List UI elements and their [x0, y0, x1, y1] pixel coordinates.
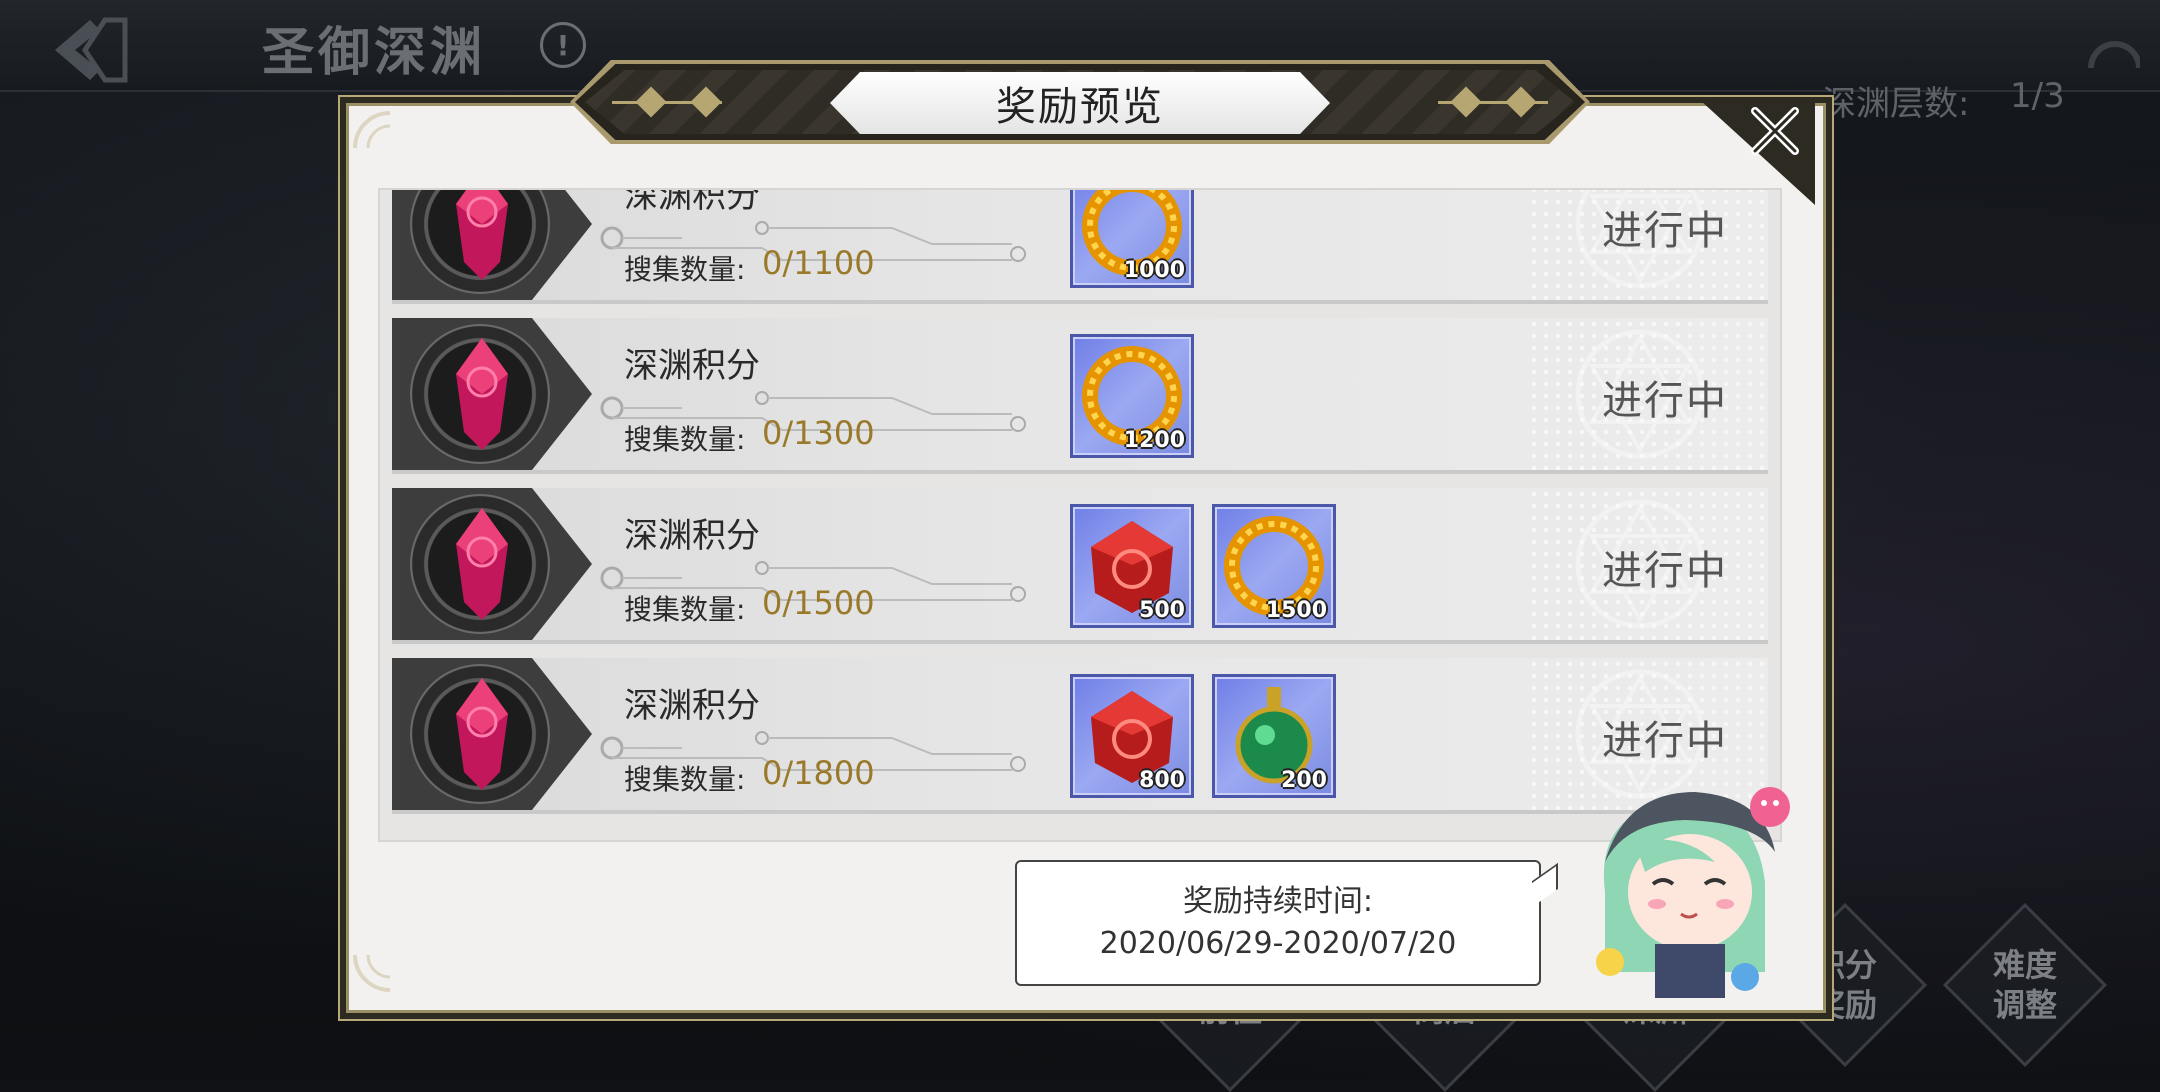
back-button[interactable] — [40, 10, 140, 90]
reward-item[interactable]: 1000 — [1070, 190, 1194, 288]
status-in-progress: 进行中 — [1602, 718, 1728, 764]
item-quantity: 1500 — [1265, 598, 1327, 623]
reward-row: 深渊积分 搜集数量: 0/1100 1000 进行中 — [392, 190, 1768, 304]
reward-item[interactable]: 800 — [1070, 674, 1194, 798]
collect-count-value: 0/1800 — [762, 754, 875, 792]
status-in-progress: 进行中 — [1602, 548, 1728, 594]
scene-title: 圣御深渊 — [262, 23, 487, 83]
status-in-progress: 进行中 — [1602, 378, 1728, 424]
abyss-point-gem-icon — [456, 678, 508, 790]
item-quantity: 200 — [1281, 768, 1327, 793]
item-quantity: 1200 — [1123, 428, 1185, 453]
close-icon — [1751, 107, 1799, 155]
floor-value: 1/3 — [2010, 76, 2065, 116]
collect-count-value: 0/1300 — [762, 414, 875, 452]
collect-count-value: 0/1100 — [762, 244, 875, 282]
reward-item[interactable]: 1500 — [1212, 504, 1336, 628]
reward-list[interactable]: 深渊积分 搜集数量: 0/1100 1000 进行中 深渊积分 搜集数量: 0/… — [378, 188, 1782, 842]
modal-title: 奖励预览 — [996, 84, 1164, 130]
collect-count-label: 搜集数量: — [624, 423, 746, 456]
floor-label: 深渊层数: — [1822, 84, 1970, 124]
mascot-character-icon[interactable] — [1565, 772, 1805, 998]
reward-row: 深渊积分 搜集数量: 0/1800 800 200 进行中 — [392, 658, 1768, 814]
reward-row: 深渊积分 搜集数量: 0/1300 1200 进行中 — [392, 318, 1768, 474]
status-in-progress: 进行中 — [1602, 208, 1728, 254]
duration-value: 2020/06/29-2020/07/20 — [1099, 926, 1457, 961]
item-quantity: 800 — [1139, 768, 1185, 793]
item-quantity: 1000 — [1123, 258, 1185, 283]
title-plate: 奖励预览 — [830, 72, 1330, 134]
reward-item[interactable]: 1200 — [1070, 334, 1194, 458]
difficulty-button[interactable]: 难度调整 — [1942, 902, 2108, 1068]
reward-item[interactable]: 200 — [1212, 674, 1336, 798]
collect-count-value: 0/1500 — [762, 584, 875, 622]
abyss-point-gem-icon — [456, 508, 508, 620]
collect-count-label: 搜集数量: — [624, 593, 746, 626]
duration-label: 奖励持续时间: — [1182, 884, 1374, 919]
abyss-point-gem-icon — [456, 190, 508, 280]
duration-box: 奖励持续时间: 2020/06/29-2020/07/20 — [1015, 860, 1541, 986]
back-arrow-icon — [55, 17, 128, 83]
corner-ornament-icon — [353, 954, 391, 992]
reward-row: 深渊积分 搜集数量: 0/1500 500 1500 进行中 — [392, 488, 1768, 644]
corner-ornament-icon — [353, 111, 391, 149]
item-quantity: 500 — [1139, 598, 1185, 623]
reward-item[interactable]: 500 — [1070, 504, 1194, 628]
collect-count-label: 搜集数量: — [624, 253, 746, 286]
info-icon[interactable]: ! — [540, 22, 586, 68]
collect-count-label: 搜集数量: — [624, 763, 746, 796]
gear-icon[interactable] — [2070, 28, 2140, 68]
abyss-point-gem-icon — [456, 338, 508, 450]
